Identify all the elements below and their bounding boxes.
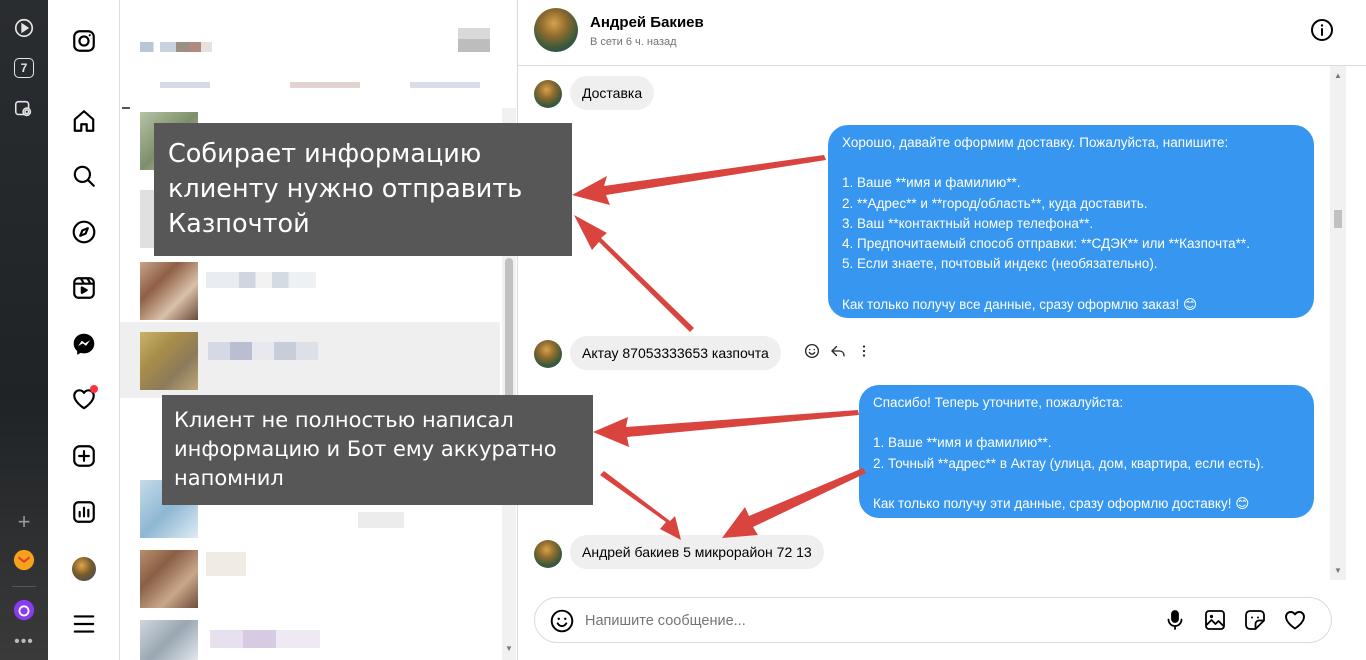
message-incoming[interactable]: Андрей бакиев 5 микрорайон 72 13 (570, 535, 824, 569)
scroll-down-arrow-icon[interactable]: ▼ (505, 644, 513, 653)
react-emoji-icon[interactable] (803, 342, 821, 365)
avatar-blurred[interactable] (140, 550, 198, 608)
message-outgoing[interactable]: Хорошо, давайте оформим доставку. Пожалу… (828, 125, 1314, 318)
compose-icon-blurred (458, 28, 490, 52)
tab-blurred (160, 82, 210, 88)
search-icon[interactable] (70, 162, 98, 190)
stats-icon[interactable] (70, 498, 98, 526)
reels-icon[interactable] (70, 274, 98, 302)
reply-icon[interactable] (829, 342, 847, 365)
tab-blurred (290, 82, 360, 88)
menu-icon[interactable] (70, 610, 98, 638)
mail-app-icon[interactable] (12, 548, 36, 572)
browser-sidebar: 7 + ••• (0, 0, 48, 660)
composer-actions (1163, 607, 1307, 633)
name-blurred (206, 552, 246, 576)
instagram-nav-rail (48, 0, 120, 660)
annotation-note-collects-info: Собирает информацию клиенту нужно отправ… (154, 123, 572, 256)
more-options-icon[interactable] (855, 342, 873, 365)
image-icon[interactable] (1203, 607, 1227, 633)
scroll-up-arrow-icon[interactable]: ▲ (1334, 71, 1342, 80)
username-blurred (140, 42, 230, 52)
heart-icon[interactable] (70, 385, 98, 413)
conversation-list: ▼ (120, 0, 518, 660)
more-dots-icon[interactable]: ••• (12, 630, 36, 654)
contact-status: В сети 6 ч. назад (590, 36, 677, 48)
screenshot-icon[interactable] (12, 97, 36, 121)
message-composer (534, 597, 1332, 643)
avatar-blurred[interactable] (140, 262, 198, 320)
chat-scrollbar[interactable]: ▲ ▼ (1330, 66, 1346, 580)
tab-underline (122, 107, 130, 109)
sticker-icon[interactable] (1243, 607, 1267, 633)
contact-avatar[interactable] (534, 8, 578, 52)
chat-header: Андрей Бакиев В сети 6 ч. назад (518, 0, 1366, 66)
message-incoming[interactable]: Доставка (570, 76, 655, 110)
tab-counter-icon[interactable]: 7 (12, 56, 36, 80)
message-avatar[interactable] (534, 80, 562, 108)
contact-name[interactable]: Андрей Бакиев (590, 14, 704, 31)
emoji-icon[interactable] (549, 608, 575, 634)
chat-panel: Андрей Бакиев В сети 6 ч. назад Доставка… (518, 0, 1366, 660)
scrollbar-thumb[interactable] (1334, 210, 1342, 228)
message-actions (803, 342, 873, 364)
messenger-icon[interactable] (70, 330, 98, 358)
create-icon[interactable] (70, 442, 98, 470)
message-avatar[interactable] (534, 340, 562, 368)
tab-blurred (410, 82, 480, 88)
message-input[interactable] (585, 611, 1145, 631)
app-window: 7 + ••• ▼ Андрей Бакиев В сети 6 ч. наза… (0, 0, 1366, 660)
tab-counter: 7 (14, 58, 34, 78)
profile-avatar[interactable] (72, 557, 96, 581)
avatar-blurred[interactable] (140, 620, 198, 660)
like-heart-icon[interactable] (1283, 607, 1307, 633)
add-panel-icon[interactable]: + (12, 509, 36, 534)
message-outgoing[interactable]: Спасибо! Теперь уточните, пожалуйста: 1.… (859, 385, 1314, 518)
name-blurred (208, 342, 318, 360)
name-blurred (206, 272, 316, 288)
alice-assistant-icon[interactable] (12, 598, 36, 622)
preview-blurred (358, 512, 404, 528)
name-blurred (210, 630, 320, 648)
message-avatar[interactable] (534, 540, 562, 568)
play-icon[interactable] (12, 16, 36, 40)
scroll-down-arrow-icon[interactable]: ▼ (1334, 566, 1342, 575)
sidebar-divider (12, 586, 36, 587)
home-icon[interactable] (70, 107, 98, 135)
explore-icon[interactable] (70, 218, 98, 246)
message-incoming[interactable]: Актау 87053333653 казпочта (570, 336, 781, 370)
notification-dot (90, 385, 98, 393)
microphone-icon[interactable] (1163, 607, 1187, 633)
avatar-blurred[interactable] (140, 332, 198, 390)
instagram-icon[interactable] (70, 27, 98, 55)
annotation-note-bot-reminder: Клиент не полностью написал информацию и… (162, 395, 593, 505)
info-icon[interactable] (1310, 18, 1334, 42)
